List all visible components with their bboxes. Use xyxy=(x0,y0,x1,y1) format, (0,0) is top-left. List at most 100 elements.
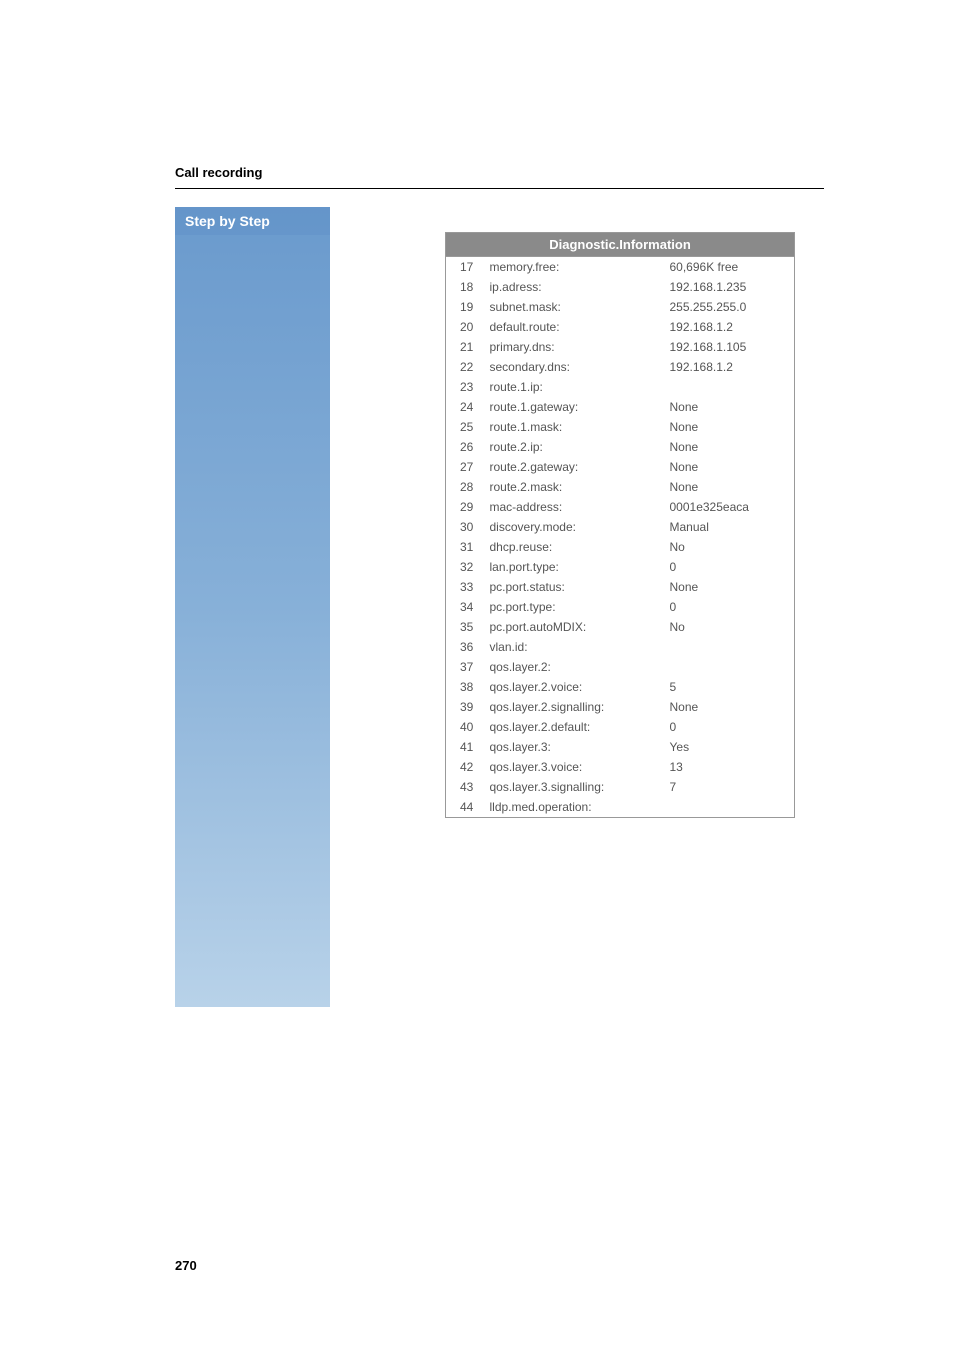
row-label: dhcp.reuse: xyxy=(484,537,664,557)
row-number: 40 xyxy=(446,717,484,737)
row-value: No xyxy=(664,617,795,637)
row-label: subnet.mask: xyxy=(484,297,664,317)
sidebar: Step by Step xyxy=(175,207,330,1007)
row-number: 26 xyxy=(446,437,484,457)
table-row: 22secondary.dns:192.168.1.2 xyxy=(446,357,795,377)
row-value: None xyxy=(664,397,795,417)
row-value: 192.168.1.235 xyxy=(664,277,795,297)
table-row: 36vlan.id: xyxy=(446,637,795,657)
table-row: 44lldp.med.operation: xyxy=(446,797,795,818)
table-row: 25route.1.mask:None xyxy=(446,417,795,437)
row-value: 255.255.255.0 xyxy=(664,297,795,317)
row-number: 31 xyxy=(446,537,484,557)
table-row: 42qos.layer.3.voice:13 xyxy=(446,757,795,777)
row-label: qos.layer.3.signalling: xyxy=(484,777,664,797)
table-row: 24route.1.gateway:None xyxy=(446,397,795,417)
row-label: route.1.gateway: xyxy=(484,397,664,417)
row-number: 28 xyxy=(446,477,484,497)
row-label: qos.layer.2.default: xyxy=(484,717,664,737)
row-number: 17 xyxy=(446,257,484,278)
sidebar-label: Step by Step xyxy=(175,207,330,235)
row-label: secondary.dns: xyxy=(484,357,664,377)
row-number: 44 xyxy=(446,797,484,818)
row-number: 33 xyxy=(446,577,484,597)
row-value: No xyxy=(664,537,795,557)
row-number: 39 xyxy=(446,697,484,717)
content-area: Step by Step Diagnostic.Information 17me… xyxy=(175,207,824,1007)
row-value: None xyxy=(664,697,795,717)
table-row: 37qos.layer.2: xyxy=(446,657,795,677)
row-label: lan.port.type: xyxy=(484,557,664,577)
row-number: 30 xyxy=(446,517,484,537)
row-number: 29 xyxy=(446,497,484,517)
row-label: qos.layer.2: xyxy=(484,657,664,677)
row-value xyxy=(664,377,795,397)
main-content: Diagnostic.Information 17memory.free:60,… xyxy=(330,207,824,1007)
row-number: 32 xyxy=(446,557,484,577)
row-value: 192.168.1.105 xyxy=(664,337,795,357)
table-row: 29mac-address:0001e325eaca xyxy=(446,497,795,517)
row-value: None xyxy=(664,577,795,597)
table-row: 27route.2.gateway:None xyxy=(446,457,795,477)
row-number: 18 xyxy=(446,277,484,297)
row-label: primary.dns: xyxy=(484,337,664,357)
table-row: 18ip.adress:192.168.1.235 xyxy=(446,277,795,297)
row-label: ip.adress: xyxy=(484,277,664,297)
row-label: memory.free: xyxy=(484,257,664,278)
table-row: 43qos.layer.3.signalling:7 xyxy=(446,777,795,797)
row-number: 34 xyxy=(446,597,484,617)
row-value: None xyxy=(664,437,795,457)
row-label: route.2.gateway: xyxy=(484,457,664,477)
row-value xyxy=(664,657,795,677)
row-number: 43 xyxy=(446,777,484,797)
diagnostic-table: Diagnostic.Information 17memory.free:60,… xyxy=(445,232,795,818)
row-number: 27 xyxy=(446,457,484,477)
row-label: mac-address: xyxy=(484,497,664,517)
table-row: 39qos.layer.2.signalling:None xyxy=(446,697,795,717)
row-label: lldp.med.operation: xyxy=(484,797,664,818)
table-row: 23route.1.ip: xyxy=(446,377,795,397)
row-number: 23 xyxy=(446,377,484,397)
row-number: 24 xyxy=(446,397,484,417)
row-value: Manual xyxy=(664,517,795,537)
row-number: 21 xyxy=(446,337,484,357)
row-value: None xyxy=(664,417,795,437)
row-number: 35 xyxy=(446,617,484,637)
row-value: 0 xyxy=(664,557,795,577)
row-label: vlan.id: xyxy=(484,637,664,657)
row-value xyxy=(664,637,795,657)
row-label: pc.port.type: xyxy=(484,597,664,617)
row-number: 36 xyxy=(446,637,484,657)
row-value: Yes xyxy=(664,737,795,757)
row-label: pc.port.autoMDIX: xyxy=(484,617,664,637)
row-number: 19 xyxy=(446,297,484,317)
row-label: qos.layer.3: xyxy=(484,737,664,757)
row-label: discovery.mode: xyxy=(484,517,664,537)
table-row: 17memory.free:60,696K free xyxy=(446,257,795,278)
row-number: 22 xyxy=(446,357,484,377)
row-value: 7 xyxy=(664,777,795,797)
row-label: route.1.mask: xyxy=(484,417,664,437)
row-value: 0001e325eaca xyxy=(664,497,795,517)
row-value: 192.168.1.2 xyxy=(664,357,795,377)
row-value xyxy=(664,797,795,818)
table-row: 38qos.layer.2.voice:5 xyxy=(446,677,795,697)
section-title: Call recording xyxy=(175,165,824,189)
table-row: 33pc.port.status:None xyxy=(446,577,795,597)
row-label: qos.layer.2.signalling: xyxy=(484,697,664,717)
row-number: 37 xyxy=(446,657,484,677)
page-number: 270 xyxy=(175,1258,197,1273)
row-number: 42 xyxy=(446,757,484,777)
row-label: route.2.ip: xyxy=(484,437,664,457)
row-number: 20 xyxy=(446,317,484,337)
row-value: None xyxy=(664,477,795,497)
row-label: qos.layer.2.voice: xyxy=(484,677,664,697)
table-row: 19subnet.mask:255.255.255.0 xyxy=(446,297,795,317)
row-value: 192.168.1.2 xyxy=(664,317,795,337)
row-value: 0 xyxy=(664,597,795,617)
table-row: 40qos.layer.2.default:0 xyxy=(446,717,795,737)
row-value: 13 xyxy=(664,757,795,777)
table-row: 34pc.port.type:0 xyxy=(446,597,795,617)
table-row: 28route.2.mask:None xyxy=(446,477,795,497)
table-row: 41qos.layer.3:Yes xyxy=(446,737,795,757)
